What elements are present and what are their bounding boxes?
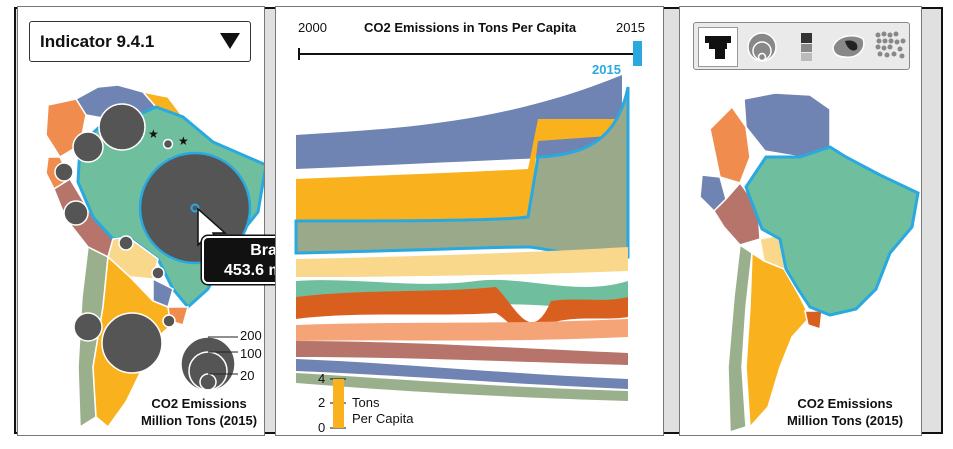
map-caption: CO2 Emissions Million Tons (2015) [124, 395, 264, 429]
legend-value-200: 200 [240, 328, 262, 343]
legend-unit-line2: Per Capita [352, 411, 414, 426]
bubble-paraguay [151, 266, 165, 280]
bubble-bolivia [118, 235, 134, 251]
bubble-peru [63, 200, 89, 226]
map-region-uruguay [804, 310, 823, 331]
stream-band-mauve [296, 341, 628, 365]
bubble-uruguay [162, 314, 176, 328]
year-slider-handle [633, 41, 642, 66]
legend-tick-0: 0 [318, 420, 326, 435]
legend-value-20: 20 [240, 368, 255, 383]
legend-tick-4: 4 [318, 371, 326, 386]
per-capita-legend [330, 378, 346, 429]
caption-line2: Million Tons (2015) [140, 413, 258, 428]
map-region-venezuela [743, 92, 831, 158]
stream-band-peach [296, 319, 628, 341]
map-caption: CO2 Emissions Million Tons (2015) [770, 395, 920, 429]
streamgraph-panel: 2000 CO2 Emissions in Tons Per Capita 20… [275, 6, 664, 436]
choropleth-panel: CO2 Emissions Million Tons (2015) [679, 6, 922, 436]
bubble-guyana [162, 138, 174, 150]
legend-unit-line1: Tons [352, 395, 380, 410]
caption-line1: CO2 Emissions [151, 396, 247, 411]
year-slider[interactable] [298, 41, 642, 66]
star-marker: ★ [148, 127, 159, 141]
bubble-size-legend [180, 336, 238, 392]
bubble-chile [73, 312, 103, 342]
bubble-map-panel: Indicator 9.4.1 ★ ★ 200 100 20 CO2 Emiss… [17, 6, 265, 436]
caption-line2: Million Tons (2015) [786, 413, 904, 428]
bubble-argentina [101, 312, 163, 374]
legend-value-100: 100 [240, 346, 262, 361]
streamgraph [294, 41, 642, 429]
caption-line1: CO2 Emissions [797, 396, 893, 411]
legend-tick-2: 2 [318, 395, 326, 410]
bubble-map: ★ ★ [45, 84, 264, 429]
choropleth-map [699, 92, 920, 434]
bubble-ecuador [54, 162, 74, 182]
bubble-venezuela [98, 103, 146, 151]
map-region-colombia [709, 105, 751, 184]
bubble-colombia [72, 131, 104, 163]
star-marker: ★ [178, 134, 189, 148]
